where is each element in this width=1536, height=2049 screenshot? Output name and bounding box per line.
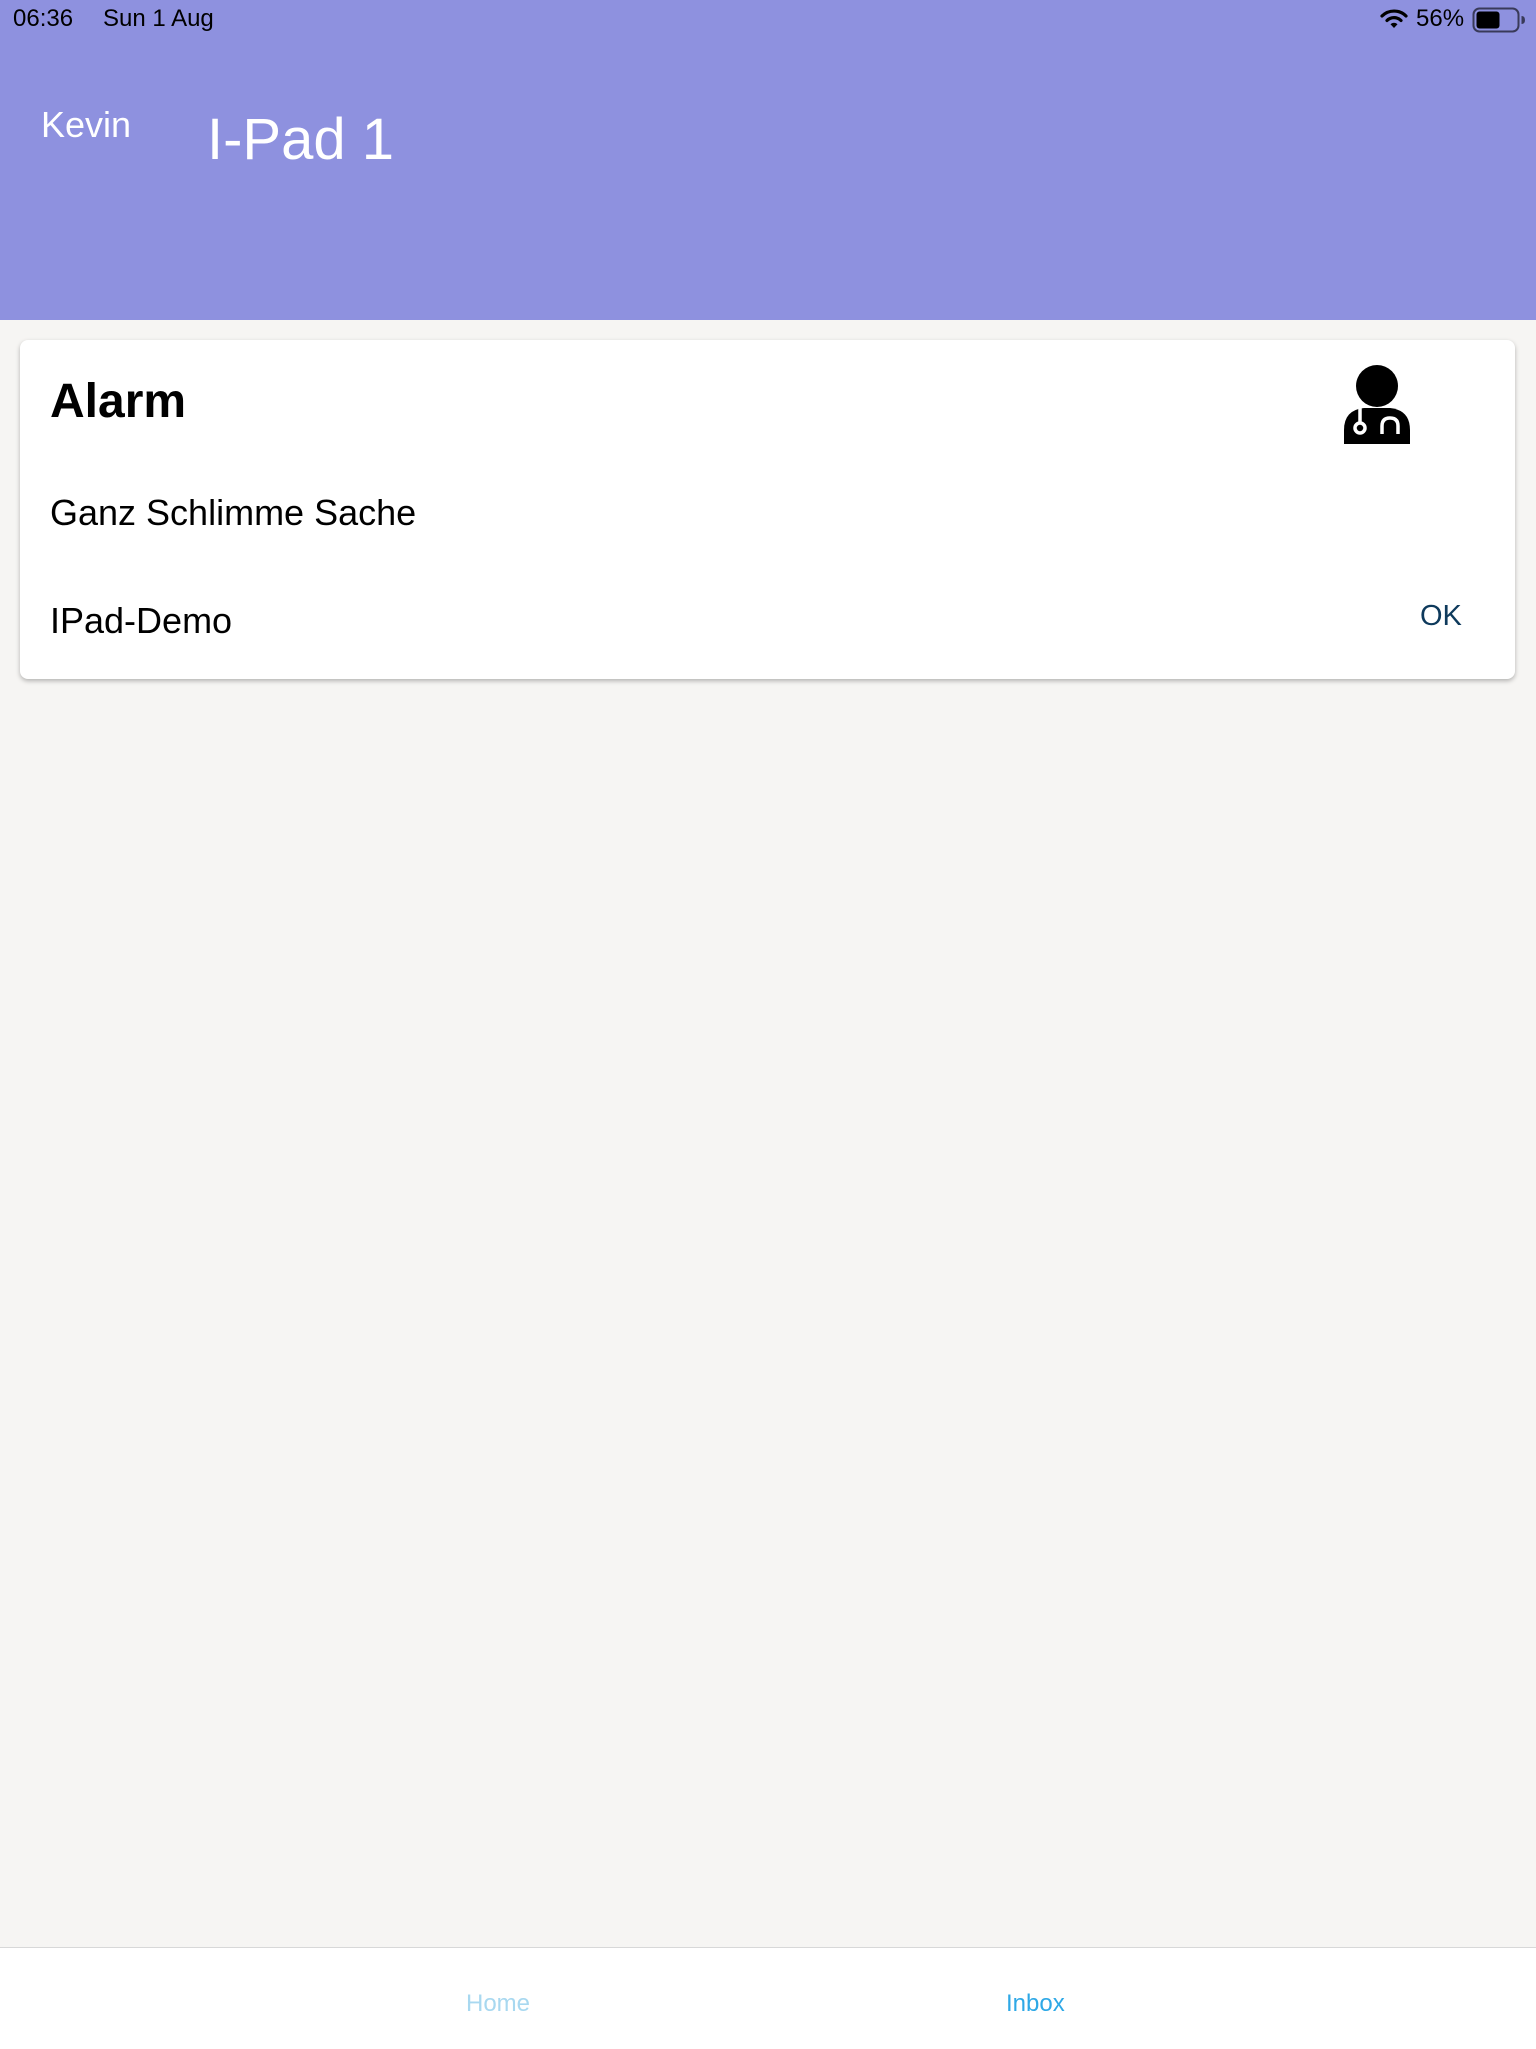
tab-home[interactable]: Home — [466, 1990, 530, 2018]
tab-bar: Home Inbox — [0, 1947, 1536, 2049]
tab-inbox[interactable]: Inbox — [1006, 1990, 1065, 2018]
user-name-button[interactable]: Kevin — [41, 104, 131, 146]
alarm-source: IPad-Demo — [50, 600, 233, 641]
status-bar: 06:36 Sun 1 Aug 56% — [0, 0, 1536, 40]
card-title: Alarm — [50, 375, 187, 428]
battery-icon — [1472, 7, 1526, 33]
battery-percentage: 56% — [1416, 5, 1465, 32]
page-title: I-Pad 1 — [207, 107, 394, 172]
ok-button[interactable]: OK — [1412, 596, 1470, 637]
doctor-icon — [1342, 364, 1412, 446]
alarm-message: Ganz Schlimme Sache — [50, 492, 417, 533]
alarm-card: Alarm Ganz Schlimme Sache IPad-Demo OK — [20, 340, 1515, 679]
wifi-icon — [1380, 8, 1408, 30]
header: 06:36 Sun 1 Aug 56% Kevin I-Pad 1 — [0, 0, 1536, 320]
status-date: Sun 1 Aug — [103, 5, 214, 32]
status-time: 06:36 — [13, 5, 74, 32]
